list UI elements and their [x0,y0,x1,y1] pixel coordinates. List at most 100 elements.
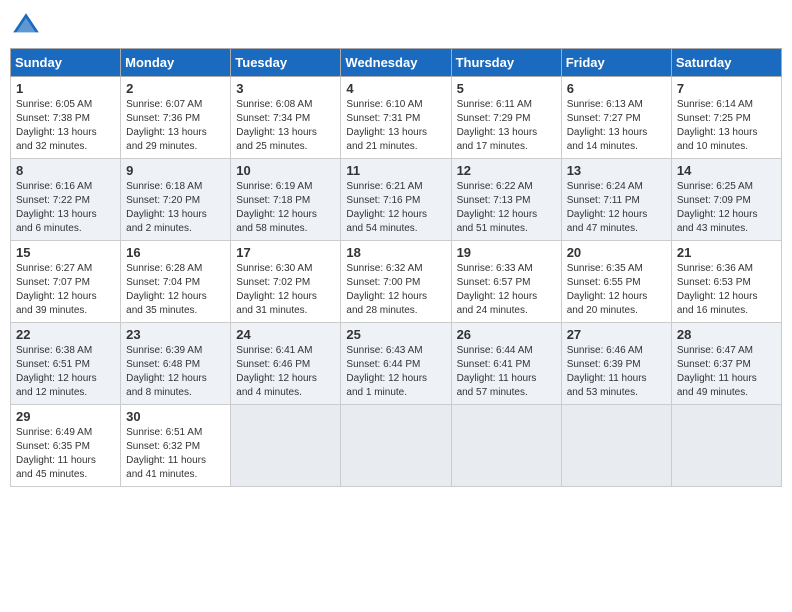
day-number: 24 [236,327,335,342]
calendar-cell: 6Sunrise: 6:13 AM Sunset: 7:27 PM Daylig… [561,77,671,159]
weekday-header-tuesday: Tuesday [231,49,341,77]
day-number: 9 [126,163,225,178]
calendar-cell: 13 Sunrise: 6:24 AM Sunset: 7:11 PM Dayli… [561,159,671,241]
calendar-cell: 17 Sunrise: 6:30 AM Sunset: 7:02 PM Dayli… [231,241,341,323]
day-info: Sunrise: 6:25 AM Sunset: 7:09 PM Dayligh… [677,180,776,236]
calendar-week-row: 22 Sunrise: 6:38 AM Sunset: 6:51 PM Dayli… [11,323,782,405]
calendar-cell: 2Sunrise: 6:07 AM Sunset: 7:36 PM Daylig… [121,77,231,159]
day-number: 30 [126,409,225,424]
day-info: Sunrise: 6:21 AM Sunset: 7:16 PM Dayligh… [346,180,445,236]
calendar-cell: 20 Sunrise: 6:35 AM Sunset: 6:55 PM Dayli… [561,241,671,323]
calendar-cell: 22 Sunrise: 6:38 AM Sunset: 6:51 PM Dayli… [11,323,121,405]
day-number: 11 [346,163,445,178]
day-info: Sunrise: 6:08 AM Sunset: 7:34 PM Dayligh… [236,98,335,154]
day-info: Sunrise: 6:11 AM Sunset: 7:29 PM Dayligh… [457,98,556,154]
weekday-header-saturday: Saturday [671,49,781,77]
day-number: 17 [236,245,335,260]
day-info: Sunrise: 6:10 AM Sunset: 7:31 PM Dayligh… [346,98,445,154]
day-info: Sunrise: 6:41 AM Sunset: 6:46 PM Dayligh… [236,344,335,400]
calendar-cell: 10 Sunrise: 6:19 AM Sunset: 7:18 PM Dayli… [231,159,341,241]
day-info: Sunrise: 6:36 AM Sunset: 6:53 PM Dayligh… [677,262,776,318]
day-number: 29 [16,409,115,424]
calendar-cell: 9 Sunrise: 6:18 AM Sunset: 7:20 PM Daylig… [121,159,231,241]
day-info: Sunrise: 6:28 AM Sunset: 7:04 PM Dayligh… [126,262,225,318]
day-info: Sunrise: 6:33 AM Sunset: 6:57 PM Dayligh… [457,262,556,318]
calendar-cell [341,405,451,487]
day-info: Sunrise: 6:16 AM Sunset: 7:22 PM Dayligh… [16,180,115,236]
day-number: 6 [567,81,666,96]
calendar-cell: 21 Sunrise: 6:36 AM Sunset: 6:53 PM Dayli… [671,241,781,323]
day-number: 27 [567,327,666,342]
day-number: 5 [457,81,556,96]
calendar-week-row: 8 Sunrise: 6:16 AM Sunset: 7:22 PM Daylig… [11,159,782,241]
calendar-cell: 14 Sunrise: 6:25 AM Sunset: 7:09 PM Dayli… [671,159,781,241]
calendar-week-row: 1Sunrise: 6:05 AM Sunset: 7:38 PM Daylig… [11,77,782,159]
day-info: Sunrise: 6:32 AM Sunset: 7:00 PM Dayligh… [346,262,445,318]
weekday-header-sunday: Sunday [11,49,121,77]
calendar-cell: 29Sunrise: 6:49 AM Sunset: 6:35 PM Dayli… [11,405,121,487]
calendar-week-row: 29Sunrise: 6:49 AM Sunset: 6:35 PM Dayli… [11,405,782,487]
calendar-cell: 28 Sunrise: 6:47 AM Sunset: 6:37 PM Dayli… [671,323,781,405]
calendar-cell [561,405,671,487]
calendar-cell: 3 Sunrise: 6:08 AM Sunset: 7:34 PM Daylig… [231,77,341,159]
day-number: 20 [567,245,666,260]
calendar-cell: 5 Sunrise: 6:11 AM Sunset: 7:29 PM Daylig… [451,77,561,159]
day-info: Sunrise: 6:30 AM Sunset: 7:02 PM Dayligh… [236,262,335,318]
calendar-table: SundayMondayTuesdayWednesdayThursdayFrid… [10,48,782,487]
day-number: 22 [16,327,115,342]
day-info: Sunrise: 6:43 AM Sunset: 6:44 PM Dayligh… [346,344,445,400]
logo [10,10,46,42]
calendar-cell: 26 Sunrise: 6:44 AM Sunset: 6:41 PM Dayli… [451,323,561,405]
day-number: 10 [236,163,335,178]
day-number: 8 [16,163,115,178]
day-info: Sunrise: 6:27 AM Sunset: 7:07 PM Dayligh… [16,262,115,318]
day-info: Sunrise: 6:47 AM Sunset: 6:37 PM Dayligh… [677,344,776,400]
calendar-cell: 7 Sunrise: 6:14 AM Sunset: 7:25 PM Daylig… [671,77,781,159]
calendar-cell: 24 Sunrise: 6:41 AM Sunset: 6:46 PM Dayli… [231,323,341,405]
day-info: Sunrise: 6:14 AM Sunset: 7:25 PM Dayligh… [677,98,776,154]
day-number: 26 [457,327,556,342]
day-info: Sunrise: 6:24 AM Sunset: 7:11 PM Dayligh… [567,180,666,236]
calendar-cell [231,405,341,487]
day-info: Sunrise: 6:19 AM Sunset: 7:18 PM Dayligh… [236,180,335,236]
day-number: 25 [346,327,445,342]
calendar-week-row: 15 Sunrise: 6:27 AM Sunset: 7:07 PM Dayli… [11,241,782,323]
day-number: 19 [457,245,556,260]
day-info: Sunrise: 6:07 AM Sunset: 7:36 PM Dayligh… [126,98,225,154]
day-number: 15 [16,245,115,260]
day-number: 28 [677,327,776,342]
calendar-cell [451,405,561,487]
day-number: 7 [677,81,776,96]
day-info: Sunrise: 6:22 AM Sunset: 7:13 PM Dayligh… [457,180,556,236]
calendar-cell: 30 Sunrise: 6:51 AM Sunset: 6:32 PM Dayli… [121,405,231,487]
day-number: 23 [126,327,225,342]
day-number: 14 [677,163,776,178]
page-header [10,10,782,42]
calendar-cell: 19 Sunrise: 6:33 AM Sunset: 6:57 PM Dayli… [451,241,561,323]
day-number: 16 [126,245,225,260]
weekday-header-wednesday: Wednesday [341,49,451,77]
day-number: 12 [457,163,556,178]
calendar-cell: 16 Sunrise: 6:28 AM Sunset: 7:04 PM Dayli… [121,241,231,323]
calendar-cell: 23Sunrise: 6:39 AM Sunset: 6:48 PM Dayli… [121,323,231,405]
day-number: 13 [567,163,666,178]
day-info: Sunrise: 6:51 AM Sunset: 6:32 PM Dayligh… [126,426,225,482]
weekday-header-friday: Friday [561,49,671,77]
day-info: Sunrise: 6:46 AM Sunset: 6:39 PM Dayligh… [567,344,666,400]
logo-icon [10,10,42,42]
day-number: 3 [236,81,335,96]
day-info: Sunrise: 6:35 AM Sunset: 6:55 PM Dayligh… [567,262,666,318]
calendar-cell: 4 Sunrise: 6:10 AM Sunset: 7:31 PM Daylig… [341,77,451,159]
calendar-cell: 12 Sunrise: 6:22 AM Sunset: 7:13 PM Dayli… [451,159,561,241]
calendar-cell: 11 Sunrise: 6:21 AM Sunset: 7:16 PM Dayli… [341,159,451,241]
day-info: Sunrise: 6:44 AM Sunset: 6:41 PM Dayligh… [457,344,556,400]
calendar-cell: 25 Sunrise: 6:43 AM Sunset: 6:44 PM Dayli… [341,323,451,405]
calendar-cell: 1Sunrise: 6:05 AM Sunset: 7:38 PM Daylig… [11,77,121,159]
day-info: Sunrise: 6:18 AM Sunset: 7:20 PM Dayligh… [126,180,225,236]
day-number: 21 [677,245,776,260]
calendar-cell [671,405,781,487]
day-info: Sunrise: 6:38 AM Sunset: 6:51 PM Dayligh… [16,344,115,400]
calendar-cell: 8 Sunrise: 6:16 AM Sunset: 7:22 PM Daylig… [11,159,121,241]
day-number: 4 [346,81,445,96]
calendar-cell: 18Sunrise: 6:32 AM Sunset: 7:00 PM Dayli… [341,241,451,323]
